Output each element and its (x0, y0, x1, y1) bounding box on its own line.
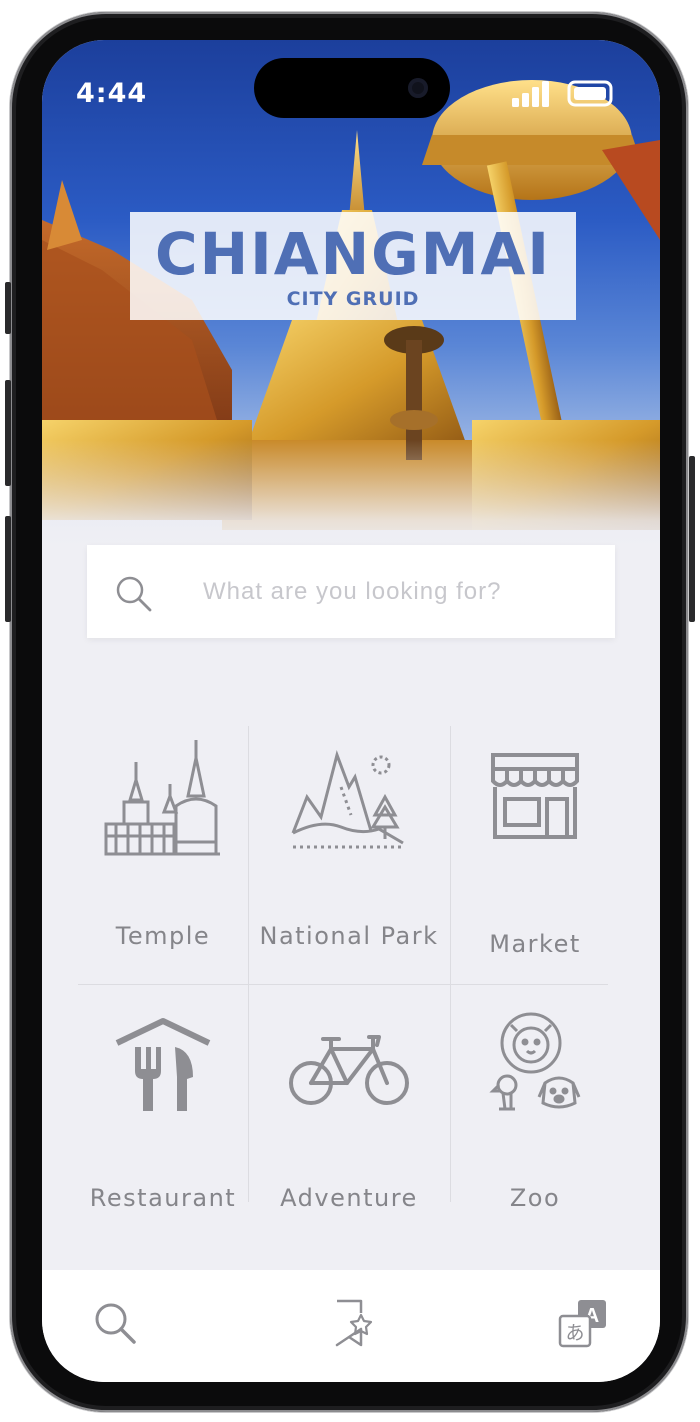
svg-text:あ: あ (565, 1322, 584, 1344)
front-camera (408, 78, 428, 98)
category-temple[interactable]: Temple (78, 726, 248, 956)
tab-bar: A あ (42, 1270, 660, 1382)
translate-icon: A あ (558, 1300, 606, 1348)
volume-down-button (5, 516, 11, 622)
status-icons (512, 80, 613, 107)
dynamic-island (254, 58, 450, 118)
tab-language[interactable]: A あ (558, 1298, 608, 1348)
category-zoo[interactable]: Zoo (450, 996, 620, 1226)
category-restaurant[interactable]: Restaurant (78, 996, 248, 1226)
category-label: Adventure (280, 1184, 418, 1212)
category-grid: Temple National Park Market Restaurant A… (78, 726, 608, 1212)
category-market[interactable]: Market (450, 726, 620, 958)
tab-search[interactable] (90, 1298, 140, 1348)
tab-bookmarks[interactable] (328, 1298, 378, 1348)
grid-divider (78, 984, 608, 985)
app-screen: CHIANGMAI CITY GRUID 4:44 What are you l… (42, 40, 660, 1382)
restaurant-icon (78, 1000, 248, 1130)
category-label: Market (489, 930, 581, 958)
category-label: Temple (115, 922, 211, 950)
category-national-park[interactable]: National Park (259, 726, 437, 956)
bicycle-icon (264, 1004, 434, 1134)
status-time: 4:44 (76, 78, 148, 109)
battery-icon (567, 80, 613, 107)
title-card: CHIANGMAI CITY GRUID (130, 212, 576, 320)
category-adventure[interactable]: Adventure (264, 996, 434, 1226)
search-icon (95, 1303, 136, 1344)
city-subtitle: CITY GRUID (286, 288, 420, 310)
storefront-icon (450, 730, 620, 860)
bookmark-star-icon (335, 1299, 373, 1347)
hero-fade (42, 440, 660, 550)
volume-up-button (5, 380, 11, 486)
side-button (5, 282, 11, 334)
cellular-signal-icon (512, 81, 549, 107)
power-button (689, 456, 695, 622)
search-input[interactable] (201, 567, 605, 617)
category-label: Zoo (509, 1184, 561, 1212)
grid-divider (248, 726, 249, 1202)
zoo-animals-icon (450, 996, 620, 1126)
search-bar[interactable] (87, 545, 615, 638)
search-icon (116, 576, 152, 612)
mountain-icon (264, 734, 434, 864)
category-label: National Park (259, 922, 439, 950)
city-title: CHIANGMAI (155, 220, 551, 288)
category-label: Restaurant (89, 1184, 237, 1212)
temple-icon (78, 734, 248, 864)
